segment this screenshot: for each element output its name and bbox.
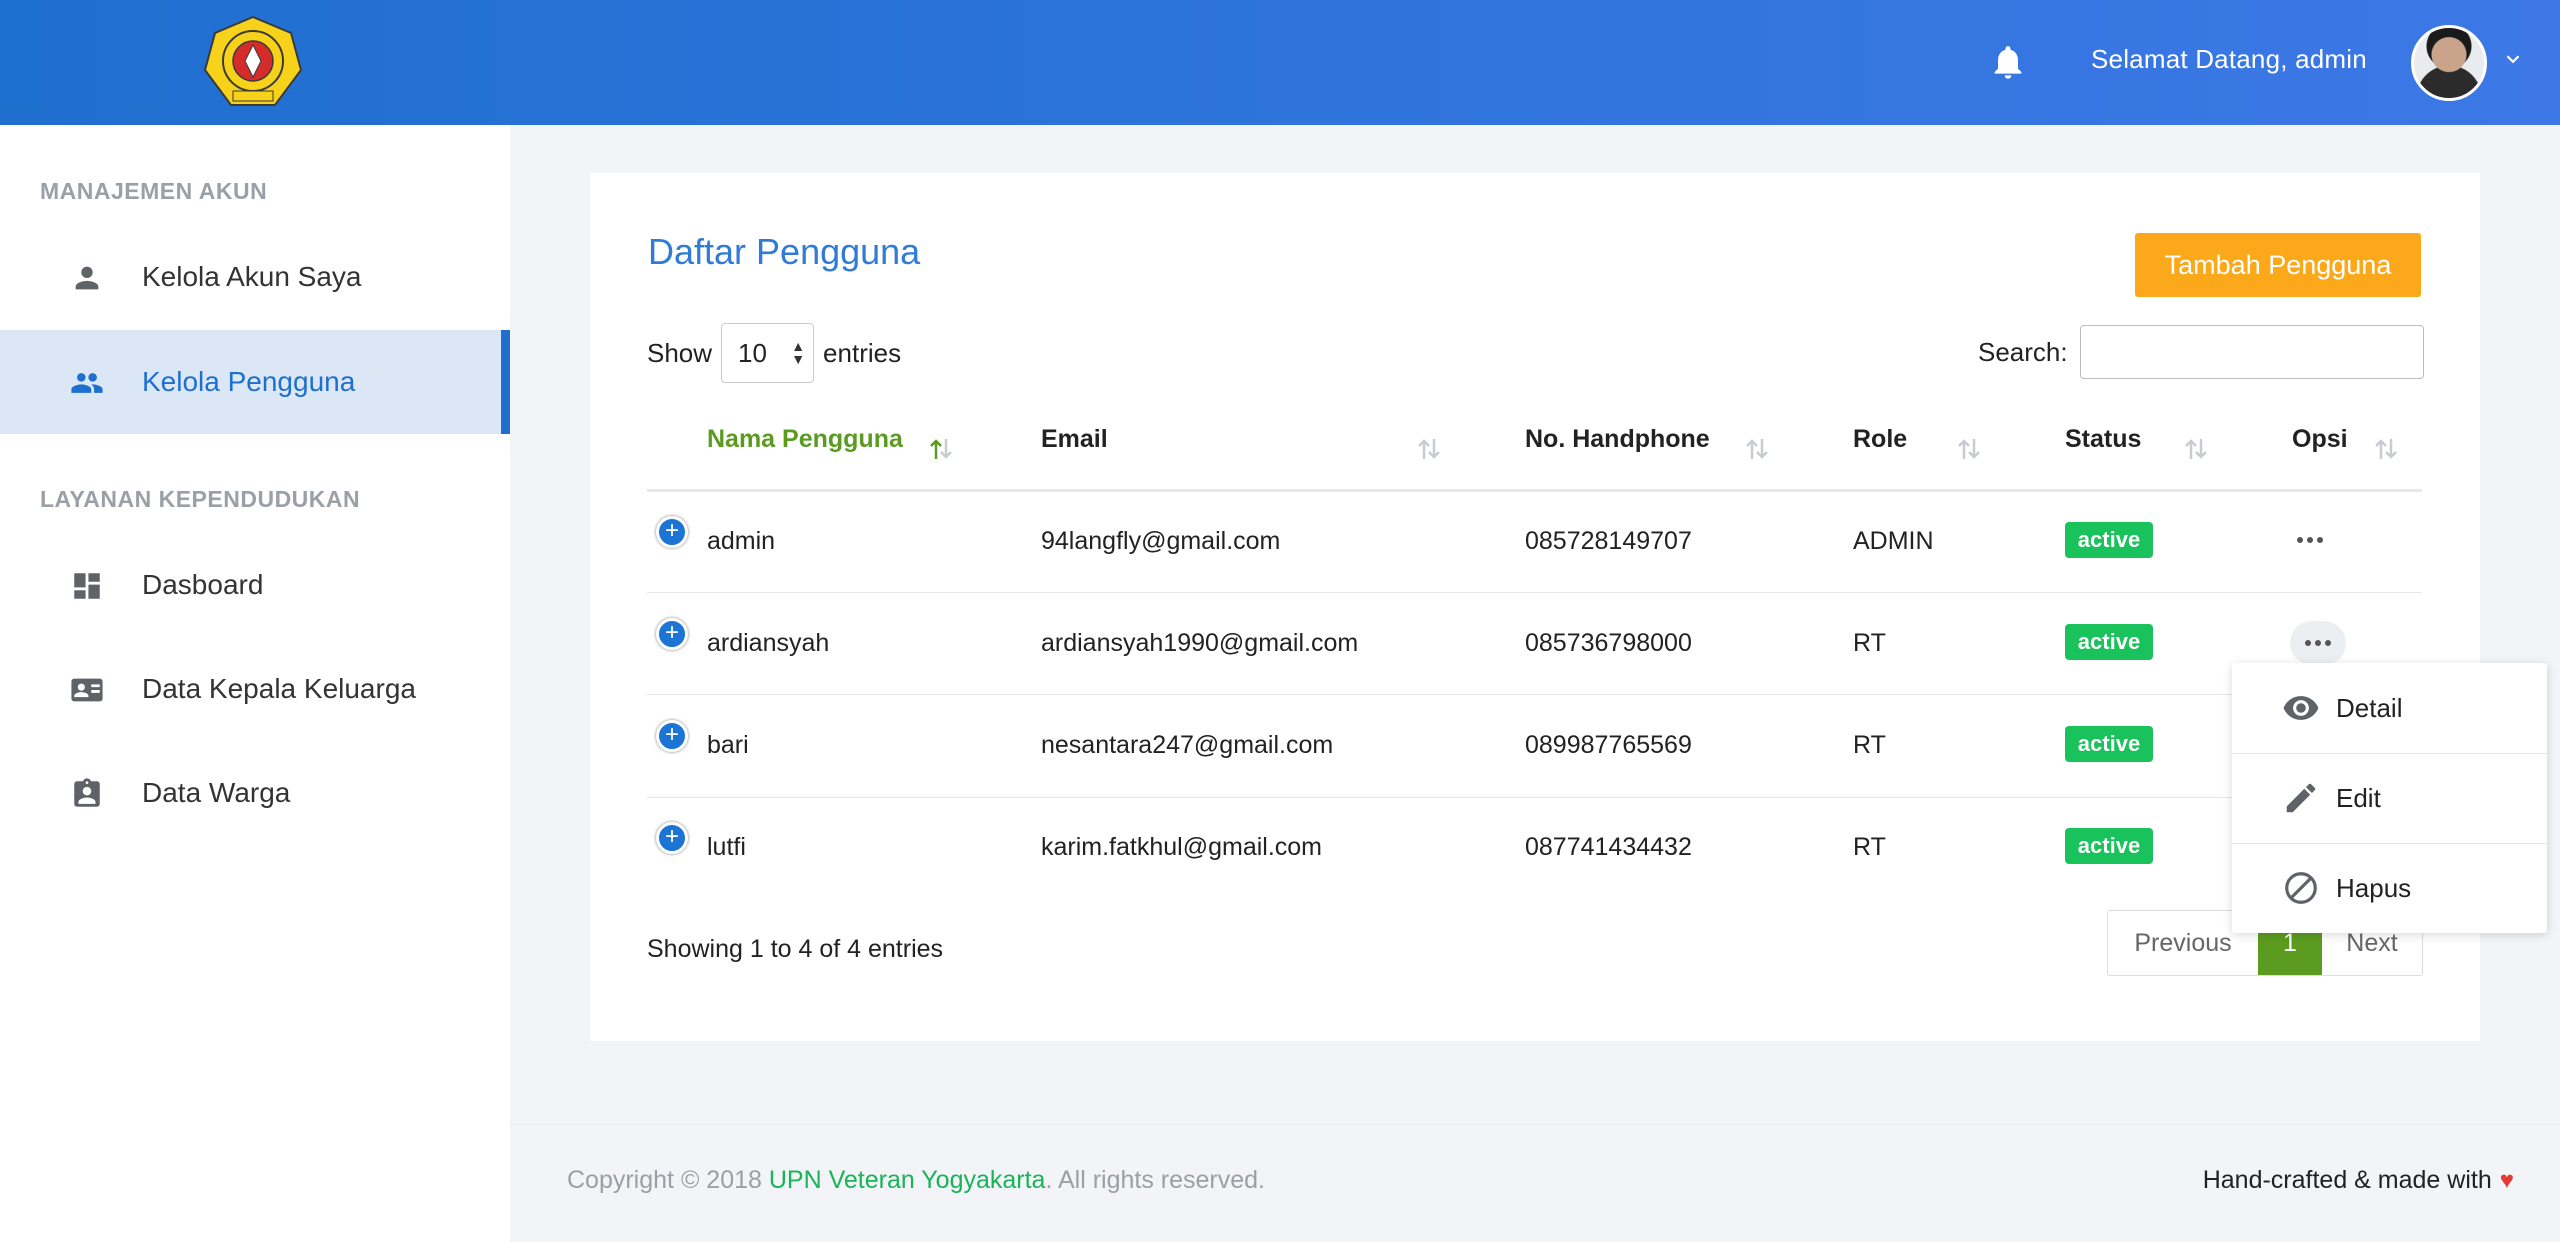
pencil-icon xyxy=(2286,783,2316,813)
table-info: Showing 1 to 4 of 4 entries xyxy=(647,935,944,963)
row-expand-button[interactable]: + xyxy=(656,822,688,854)
dashboard-icon xyxy=(74,573,100,599)
sidebar-item-kelola-akun-saya[interactable]: Kelola Akun Saya xyxy=(0,225,510,329)
cell-name: bari xyxy=(707,731,749,759)
sidebar-section-title: MANAJEMEN AKUN xyxy=(40,178,268,204)
column-header-nama-pengguna[interactable]: Nama Pengguna xyxy=(707,425,903,454)
university-logo[interactable] xyxy=(203,15,303,111)
cell-role: RT xyxy=(1853,629,1886,657)
cell-phone: 085728149707 xyxy=(1525,527,1692,555)
copyright-text: Copyright © 2018 UPN Veteran Yogyakarta.… xyxy=(567,1166,1265,1195)
status-badge: active xyxy=(2065,726,2153,762)
cell-email: karim.fatkhul@gmail.com xyxy=(1041,833,1323,861)
cell-name: lutfi xyxy=(707,833,746,861)
menu-item-label: Hapus xyxy=(2336,872,2412,903)
id-card-icon xyxy=(71,678,103,702)
row-divider xyxy=(647,592,2422,593)
column-header-email[interactable]: Email xyxy=(1041,425,1108,454)
status-badge: active xyxy=(2065,828,2153,864)
cell-name: ardiansyah xyxy=(707,629,830,657)
menu-item-edit[interactable]: Edit xyxy=(2232,753,2547,843)
row-expand-button[interactable]: + xyxy=(656,618,688,650)
cell-role: ADMIN xyxy=(1853,527,1934,555)
person-icon xyxy=(75,266,99,290)
menu-item-label: Detail xyxy=(2336,692,2403,723)
handcrafted-text: Hand-crafted & made with ♥ xyxy=(2203,1166,2514,1195)
sort-icon[interactable] xyxy=(1742,435,1772,463)
cell-email: 94langfly@gmail.com xyxy=(1041,527,1281,555)
search-label: Search: xyxy=(1978,336,2068,367)
menu-item-hapus[interactable]: Hapus xyxy=(2232,843,2547,933)
sidebar-item-label: Kelola Akun Saya xyxy=(142,261,362,292)
sidebar-item-dasboard[interactable]: Dasboard xyxy=(0,533,510,637)
sidebar-item-data-kepala-keluarga[interactable]: Data Kepala Keluarga xyxy=(0,637,510,741)
sidebar-item-data-warga[interactable]: Data Warga xyxy=(0,741,510,845)
add-user-button[interactable]: Tambah Pengguna xyxy=(2135,233,2421,297)
menu-item-label: Edit xyxy=(2336,782,2381,813)
status-badge: active xyxy=(2065,522,2153,558)
row-options-button[interactable] xyxy=(2290,621,2346,665)
entries-length-control: Show 10 ▲ ▼ entries xyxy=(647,323,901,383)
sort-icon[interactable] xyxy=(2371,435,2401,463)
cell-phone: 087741434432 xyxy=(1525,833,1692,861)
row-options-menu: Detail Edit Hapus xyxy=(2232,663,2547,933)
sort-icon[interactable] xyxy=(1954,435,1984,463)
brand-link[interactable]: UPN Veteran Yogyakarta xyxy=(769,1166,1046,1194)
heart-icon: ♥ xyxy=(2499,1166,2514,1194)
copyright-prefix: Copyright © 2018 xyxy=(567,1166,769,1194)
table-header-divider xyxy=(647,489,2422,492)
eye-icon xyxy=(2283,696,2319,720)
column-header-status[interactable]: Status xyxy=(2065,425,2141,454)
handcrafted-label: Hand-crafted & made with xyxy=(2202,1166,2492,1194)
sidebar-item-kelola-pengguna[interactable]: Kelola Pengguna xyxy=(0,330,510,434)
cell-phone: 089987765569 xyxy=(1525,731,1692,759)
clipboard-person-icon xyxy=(74,778,100,807)
page-title: Daftar Pengguna xyxy=(648,231,921,272)
sidebar-item-label: Data Warga xyxy=(142,777,291,808)
sort-icon[interactable] xyxy=(2181,435,2211,463)
notification-bell-icon[interactable] xyxy=(1988,40,2028,84)
entries-label: entries xyxy=(823,337,902,368)
cell-role: RT xyxy=(1853,833,1886,861)
user-list-card: Daftar Pengguna Tambah Pengguna Show 10 … xyxy=(590,173,2480,1041)
welcome-text: Selamat Datang, admin xyxy=(2091,44,2367,74)
select-arrows-icon: ▲ ▼ xyxy=(791,338,806,367)
row-divider xyxy=(647,694,2422,695)
entries-select-value: 10 xyxy=(738,337,767,368)
sidebar-item-label: Kelola Pengguna xyxy=(142,366,356,397)
copyright-suffix: . All rights reserved. xyxy=(1045,1166,1265,1194)
sidebar-section-title: LAYANAN KEPENDUDUKAN xyxy=(40,486,361,512)
chevron-down-icon[interactable] xyxy=(2502,48,2524,70)
row-options-button[interactable] xyxy=(2282,518,2338,562)
column-header-role[interactable]: Role xyxy=(1853,425,1907,454)
cell-email: nesantara247@gmail.com xyxy=(1041,731,1334,759)
show-label: Show xyxy=(647,337,713,368)
sidebar: MANAJEMEN AKUN Kelola Akun Saya Kelola P… xyxy=(0,125,510,1242)
cell-role: RT xyxy=(1853,731,1886,759)
cell-phone: 085736798000 xyxy=(1525,629,1692,657)
column-header-no-handphone[interactable]: No. Handphone xyxy=(1525,425,1710,454)
search-control: Search: xyxy=(1978,325,2424,379)
sidebar-item-label: Dasboard xyxy=(142,569,264,600)
sidebar-item-label: Data Kepala Keluarga xyxy=(142,673,416,704)
user-avatar[interactable] xyxy=(2411,25,2487,101)
column-header-opsi[interactable]: Opsi xyxy=(2292,425,2348,454)
ban-icon xyxy=(2285,872,2317,904)
entries-select[interactable]: 10 ▲ ▼ xyxy=(721,323,815,383)
cell-name: admin xyxy=(707,527,776,555)
menu-item-detail[interactable]: Detail xyxy=(2232,663,2547,753)
cell-email: ardiansyah1990@gmail.com xyxy=(1041,629,1359,657)
sort-ascending-icon[interactable] xyxy=(926,435,956,463)
sort-icon[interactable] xyxy=(1414,435,1444,463)
top-header: Selamat Datang, admin xyxy=(0,0,2560,125)
people-icon xyxy=(71,373,103,393)
search-input[interactable] xyxy=(2079,325,2424,379)
status-badge: active xyxy=(2065,624,2153,660)
footer: Copyright © 2018 UPN Veteran Yogyakarta.… xyxy=(510,1124,2560,1242)
row-divider xyxy=(647,797,2422,798)
row-expand-button[interactable]: + xyxy=(656,516,688,548)
row-expand-button[interactable]: + xyxy=(656,720,688,752)
